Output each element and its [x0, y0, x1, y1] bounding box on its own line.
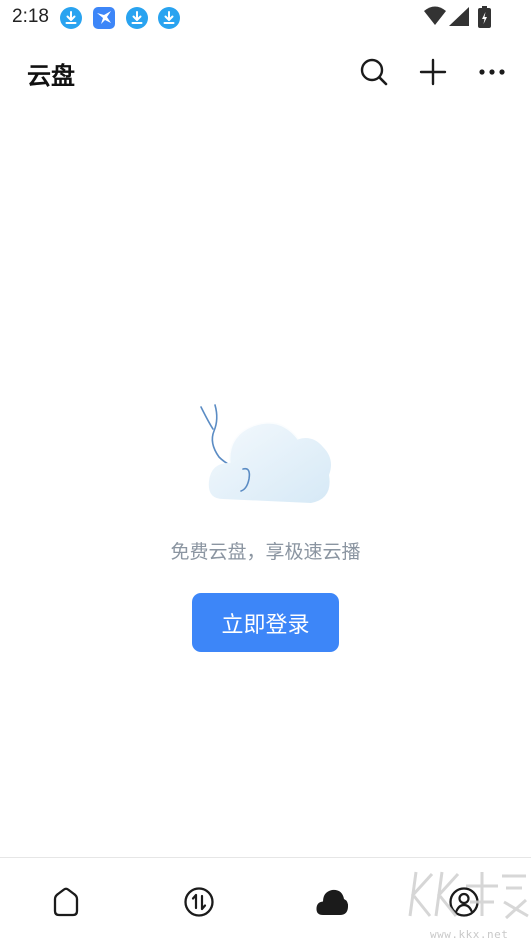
empty-state-message: 免费云盘，享极速云播: [170, 541, 361, 563]
nav-item-profile[interactable]: [446, 884, 482, 920]
download-icon: [158, 7, 180, 29]
cloud-icon: [316, 889, 349, 915]
battery-icon: [478, 6, 491, 28]
nav-item-home[interactable]: [48, 884, 84, 920]
transfer-icon: [184, 887, 214, 917]
nav-item-transfer[interactable]: [181, 884, 217, 920]
more-icon: [479, 69, 505, 75]
download-icon: [126, 7, 148, 29]
more-button[interactable]: [474, 54, 510, 90]
empty-state: 免费云盘，享极速云播 立即登录: [0, 395, 531, 675]
page-title: 云盘: [27, 62, 75, 90]
status-time: 2:18: [12, 6, 49, 27]
download-icon: [60, 7, 82, 29]
login-button[interactable]: 立即登录: [192, 593, 339, 652]
home-icon: [53, 887, 79, 917]
search-icon: [360, 58, 388, 86]
cloud-illustration: [200, 404, 331, 503]
app-header: 云盘: [0, 36, 531, 108]
bird-app-icon: [93, 7, 115, 29]
signal-icon: [449, 7, 469, 26]
add-button[interactable]: [415, 54, 451, 90]
plus-icon: [419, 58, 447, 86]
wifi-icon: [424, 6, 446, 25]
watermark-text: www.kkx.net: [430, 928, 509, 941]
search-button[interactable]: [356, 54, 392, 90]
status-bar: 2:18: [0, 0, 531, 36]
profile-icon: [449, 887, 479, 917]
nav-item-cloud[interactable]: [314, 884, 350, 920]
